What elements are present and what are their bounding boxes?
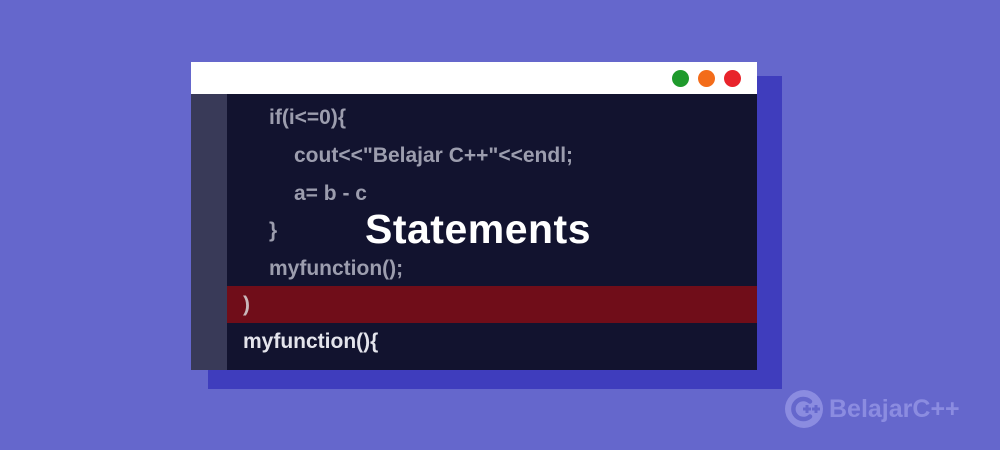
page-title: Statements [365,206,592,252]
code-line: if(i<=0){ [269,106,347,129]
brand-name: BelajarC++ [829,394,960,423]
minimize-button[interactable] [698,70,715,87]
line-gutter [191,94,227,370]
brand-logo: BelajarC++ [783,388,960,430]
close-button[interactable] [724,70,741,87]
code-line: myfunction(); [269,257,404,280]
cpp-logo-icon [785,390,823,428]
code-line: a= b - c [294,182,367,205]
maximize-button[interactable] [672,70,689,87]
window-titlebar [191,62,757,94]
code-line: cout<<"Belajar C++"<<endl; [294,144,574,167]
code-line: } [269,219,278,242]
code-line-highlighted: ) [243,293,250,316]
code-line: myfunction(){ [243,330,379,353]
highlighted-line [227,286,757,323]
